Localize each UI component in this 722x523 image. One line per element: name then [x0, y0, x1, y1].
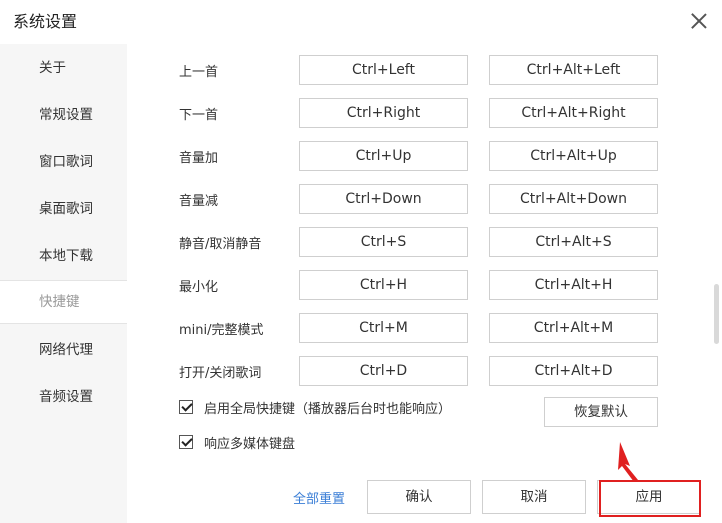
sidebar-item-desktop-lyrics[interactable]: 桌面歌词 [0, 189, 127, 229]
shortcut-label: 静音/取消静音 [179, 237, 262, 252]
sidebar-item-general[interactable]: 常规设置 [0, 95, 127, 135]
shortcut-local-field[interactable]: Ctrl+Down [299, 184, 468, 214]
shortcut-global-field[interactable]: Ctrl+Alt+D [489, 356, 658, 386]
shortcut-label: 上一首 [179, 65, 219, 80]
shortcut-local-field[interactable]: Ctrl+Left [299, 55, 468, 85]
scrollbar[interactable] [714, 284, 719, 344]
shortcut-label: 音量加 [179, 151, 219, 166]
shortcut-label: mini/完整模式 [179, 323, 264, 338]
shortcut-global-field[interactable]: Ctrl+Alt+Left [489, 55, 658, 85]
apply-highlight-frame [599, 480, 701, 517]
sidebar-item-network-proxy[interactable]: 网络代理 [0, 330, 127, 370]
cancel-button[interactable]: 取消 [482, 480, 586, 514]
sidebar-item-shortcuts[interactable]: 快捷键 [0, 280, 127, 324]
close-icon[interactable] [690, 12, 708, 30]
shortcut-label: 下一首 [179, 108, 219, 123]
sidebar-item-audio[interactable]: 音频设置 [0, 377, 127, 417]
global-hotkeys-checkbox[interactable] [179, 400, 193, 414]
global-hotkeys-label: 启用全局快捷键（播放器后台时也能响应） [204, 402, 452, 417]
shortcut-label: 打开/关闭歌词 [179, 366, 262, 381]
shortcut-global-field[interactable]: Ctrl+Alt+S [489, 227, 658, 257]
shortcut-local-field[interactable]: Ctrl+S [299, 227, 468, 257]
shortcut-global-field[interactable]: Ctrl+Alt+M [489, 313, 658, 343]
shortcut-local-field[interactable]: Ctrl+Right [299, 98, 468, 128]
pointer-arrow-icon [618, 442, 638, 482]
restore-default-button[interactable]: 恢复默认 [544, 397, 658, 427]
shortcut-label: 最小化 [179, 280, 219, 295]
shortcut-global-field[interactable]: Ctrl+Alt+H [489, 270, 658, 300]
shortcut-local-field[interactable]: Ctrl+M [299, 313, 468, 343]
reset-all-link[interactable]: 全部重置 [293, 488, 345, 507]
shortcut-global-field[interactable]: Ctrl+Alt+Right [489, 98, 658, 128]
shortcut-local-field[interactable]: Ctrl+Up [299, 141, 468, 171]
ok-button[interactable]: 确认 [367, 480, 471, 514]
shortcut-local-field[interactable]: Ctrl+D [299, 356, 468, 386]
media-keys-checkbox[interactable] [179, 435, 193, 449]
window-title: 系统设置 [13, 12, 78, 31]
shortcut-label: 音量减 [179, 194, 219, 209]
sidebar-item-window-lyrics[interactable]: 窗口歌词 [0, 142, 127, 182]
sidebar-item-about[interactable]: 关于 [0, 48, 127, 88]
sidebar-item-local-download[interactable]: 本地下载 [0, 236, 127, 276]
media-keys-label: 响应多媒体键盘 [204, 437, 296, 452]
shortcut-local-field[interactable]: Ctrl+H [299, 270, 468, 300]
sidebar: 关于 常规设置 窗口歌词 桌面歌词 本地下载 快捷键 网络代理 音频设置 [0, 44, 127, 523]
shortcut-global-field[interactable]: Ctrl+Alt+Down [489, 184, 658, 214]
shortcut-global-field[interactable]: Ctrl+Alt+Up [489, 141, 658, 171]
